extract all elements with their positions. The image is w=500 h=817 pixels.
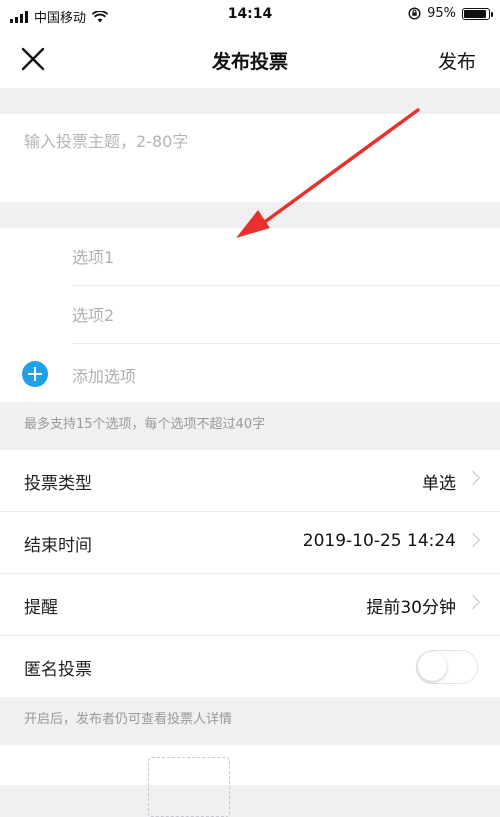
reminder-row[interactable]: 提醒 提前30分钟 [0, 574, 500, 636]
topic-section [0, 114, 500, 202]
add-option-button[interactable]: 添加选项 [0, 344, 500, 402]
anonymous-label: 匿名投票 [24, 660, 92, 680]
section-gap [0, 88, 500, 114]
settings-section: 投票类型 单选 结束时间 2019-10-25 14:24 提醒 提前30分钟 … [0, 450, 500, 697]
section-gap [0, 202, 500, 228]
chevron-right-icon [465, 594, 481, 610]
image-section [0, 745, 500, 817]
anonymous-row: 匿名投票 [0, 636, 500, 697]
add-option-label: 添加选项 [72, 367, 137, 386]
nav-bar: 发布投票 发布 [0, 30, 500, 88]
battery-percent: 95% [427, 6, 456, 21]
vote-type-label: 投票类型 [24, 474, 92, 494]
battery-icon [462, 7, 493, 20]
rotation-lock-icon [408, 7, 421, 20]
option-field [72, 228, 500, 286]
chevron-right-icon [465, 532, 481, 548]
option-row [0, 286, 500, 344]
options-section: 添加选项 [0, 228, 500, 402]
page-title: 发布投票 [211, 51, 288, 73]
add-option-field: 添加选项 [72, 344, 500, 402]
topic-input[interactable] [24, 126, 480, 156]
toggle-knob [418, 652, 447, 681]
options-hint: 最多支持15个选项，每个选项不超过40字 [0, 402, 500, 450]
option-1-input[interactable] [72, 245, 432, 269]
end-time-row[interactable]: 结束时间 2019-10-25 14:24 [0, 512, 500, 574]
status-right: 95% [408, 6, 493, 21]
add-circle-icon[interactable] [22, 361, 48, 387]
end-time-label: 结束时间 [24, 536, 92, 556]
end-time-value: 2019-10-25 14:24 [302, 531, 456, 551]
status-bar: 中国移动 14:14 95% [0, 0, 500, 30]
reminder-value: 提前30分钟 [366, 598, 456, 618]
option-row [0, 228, 500, 286]
reminder-label: 提醒 [24, 598, 58, 618]
vote-type-value: 单选 [422, 474, 456, 494]
vote-type-row[interactable]: 投票类型 单选 [0, 450, 500, 512]
anonymous-toggle[interactable] [416, 650, 478, 684]
option-field [72, 286, 500, 344]
add-image-button[interactable] [148, 757, 230, 817]
anonymous-hint: 开启后，发布者仍可查看投票人详情 [0, 697, 500, 745]
option-2-input[interactable] [72, 303, 432, 327]
chevron-right-icon [465, 470, 481, 486]
battery-level [464, 9, 486, 18]
publish-button[interactable]: 发布 [438, 47, 476, 74]
